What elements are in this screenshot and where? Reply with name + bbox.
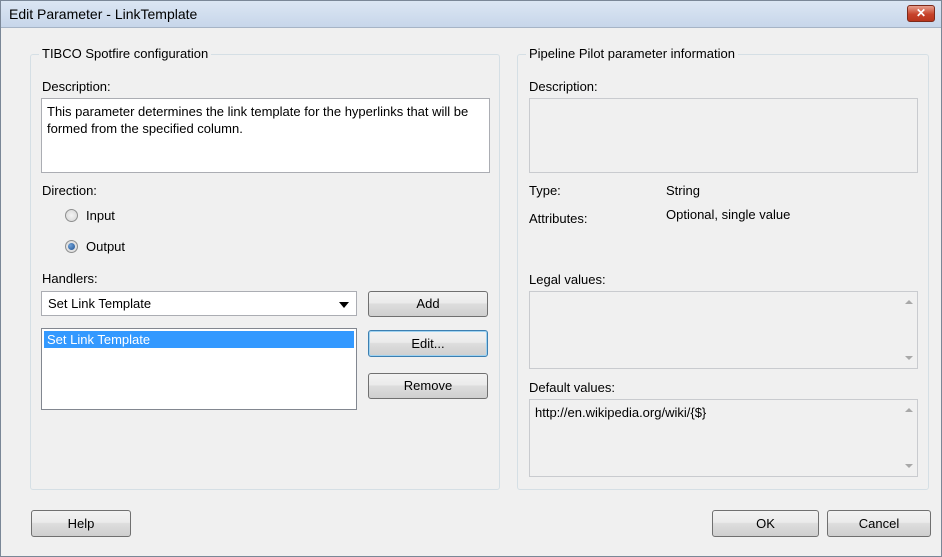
legal-values-scrollbar[interactable] <box>900 292 917 368</box>
direction-output-radio[interactable]: Output <box>65 238 165 256</box>
help-button[interactable]: Help <box>31 510 131 537</box>
radio-input-label: Input <box>86 208 115 223</box>
default-values-text: http://en.wikipedia.org/wiki/{$} <box>535 405 707 420</box>
pipeline-description-label: Description: <box>529 79 598 94</box>
handlers-list[interactable]: Set Link Template <box>41 328 357 410</box>
radio-output-label: Output <box>86 239 126 254</box>
direction-input-radio[interactable]: Input <box>65 207 165 225</box>
attributes-value: Optional, single value <box>666 207 791 222</box>
default-values-field: http://en.wikipedia.org/wiki/{$} <box>529 399 918 477</box>
legal-values-field <box>529 291 918 369</box>
type-value: String <box>666 183 700 198</box>
close-icon: ✕ <box>915 6 927 20</box>
type-label: Type: <box>529 183 561 198</box>
default-values-scrollbar[interactable] <box>900 400 917 476</box>
chevron-down-icon <box>339 302 349 308</box>
handlers-label: Handlers: <box>42 271 98 286</box>
spotfire-description-field[interactable]: This parameter determines the link templ… <box>41 98 490 173</box>
direction-label: Direction: <box>42 183 97 198</box>
scroll-down-icon[interactable] <box>905 464 913 468</box>
attributes-label: Attributes: <box>529 211 588 226</box>
scroll-up-icon[interactable] <box>905 300 913 304</box>
cancel-button[interactable]: Cancel <box>827 510 931 537</box>
handlers-dropdown[interactable]: Set Link Template <box>41 291 357 316</box>
handler-list-item[interactable]: Set Link Template <box>44 331 354 348</box>
legal-values-label: Legal values: <box>529 272 606 287</box>
radio-selected-dot <box>68 243 75 250</box>
pipeline-description-field <box>529 98 918 173</box>
add-button[interactable]: Add <box>368 291 488 317</box>
spotfire-group-title: TIBCO Spotfire configuration <box>39 46 212 61</box>
spotfire-description-label: Description: <box>42 79 111 94</box>
close-button[interactable]: ✕ <box>907 5 935 22</box>
remove-button[interactable]: Remove <box>368 373 488 399</box>
edit-button[interactable]: Edit... <box>368 330 488 357</box>
pipeline-group-title: Pipeline Pilot parameter information <box>526 46 738 61</box>
scroll-up-icon[interactable] <box>905 408 913 412</box>
window-title: Edit Parameter - LinkTemplate <box>9 6 198 22</box>
radio-input-circle <box>65 209 78 222</box>
ok-button[interactable]: OK <box>712 510 819 537</box>
title-bar[interactable]: Edit Parameter - LinkTemplate ✕ <box>1 1 941 28</box>
default-values-label: Default values: <box>529 380 615 395</box>
edit-parameter-dialog: Edit Parameter - LinkTemplate ✕ TIBCO Sp… <box>0 0 942 557</box>
radio-output-circle <box>65 240 78 253</box>
scroll-down-icon[interactable] <box>905 356 913 360</box>
handlers-dropdown-value: Set Link Template <box>48 296 152 311</box>
